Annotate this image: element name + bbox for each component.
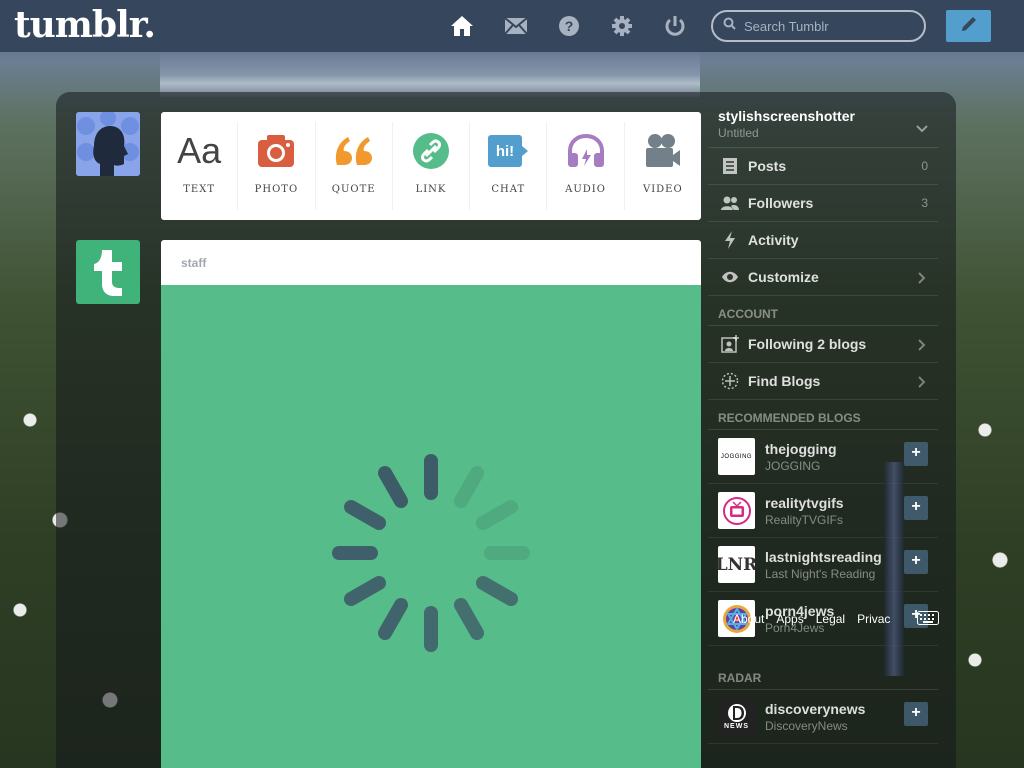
compose-button[interactable] <box>946 10 991 42</box>
blog-selector[interactable]: stylishscreenshotter Untitled <box>708 100 938 148</box>
sidebar-item-label: Find Blogs <box>748 373 821 389</box>
post-video-button[interactable]: VIDEO <box>625 122 701 210</box>
mail-icon[interactable] <box>503 13 529 39</box>
sidebar-item-label: Customize <box>748 269 819 285</box>
chevron-right-icon <box>918 375 926 393</box>
staff-avatar[interactable] <box>76 240 140 304</box>
post-type-label: CHAT <box>491 184 526 195</box>
recommended-scrollbar[interactable] <box>884 462 904 676</box>
loading-spinner-icon <box>332 454 530 652</box>
footer-link-legal[interactable]: Legal <box>816 612 845 626</box>
blog-thumbnail: LNR <box>718 546 755 583</box>
footer-link-about[interactable]: About <box>733 612 764 626</box>
sidebar-item-label: Followers <box>748 195 814 211</box>
keyboard-icon[interactable] <box>917 611 939 630</box>
recommended-section-title: RECOMMENDED BLOGS <box>708 400 938 430</box>
radar-blog[interactable]: NEWS discoverynews DiscoveryNews + <box>708 690 938 744</box>
follow-button[interactable]: + <box>904 496 928 520</box>
post-type-label: LINK <box>415 184 447 195</box>
text-icon: Aa <box>177 130 222 171</box>
post-media <box>161 285 701 768</box>
follow-button[interactable]: + <box>904 702 928 726</box>
add-user-icon <box>720 334 740 354</box>
document-icon <box>720 156 740 176</box>
staff-post: staff <box>161 240 701 768</box>
blog-name: realitytvgifs <box>765 494 844 511</box>
sidebar-item-label: Following 2 blogs <box>748 336 867 352</box>
post-photo-button[interactable]: PHOTO <box>238 122 316 210</box>
camera-icon <box>257 130 295 172</box>
account-section-title: ACCOUNT <box>708 296 938 326</box>
search-icon <box>723 17 736 35</box>
search-input[interactable] <box>744 18 914 34</box>
blog-title: DiscoveryNews <box>765 718 848 733</box>
follow-button[interactable]: + <box>904 442 928 466</box>
power-icon[interactable] <box>662 13 688 39</box>
post-type-bar: Aa TEXT PHOTO QUOTE LINK hi! CHAT AUDIO <box>161 112 701 220</box>
lightning-icon <box>720 230 740 250</box>
video-camera-icon <box>644 130 682 172</box>
headphones-icon <box>566 130 606 172</box>
sidebar-item-label: Posts <box>748 158 787 174</box>
blog-title: Untitled <box>718 126 759 140</box>
discovery-logo-icon: NEWS <box>718 698 755 735</box>
background-sea <box>160 52 700 97</box>
sidebar-item-customize[interactable]: Customize <box>708 259 938 296</box>
svg-text:?: ? <box>565 18 574 34</box>
blog-name: discoverynews <box>765 700 866 717</box>
compass-icon <box>720 371 740 391</box>
svg-text:hi!: hi! <box>496 143 514 160</box>
link-icon <box>412 130 449 172</box>
chevron-right-icon <box>918 338 926 356</box>
pencil-icon <box>959 14 979 39</box>
sidebar-item-following[interactable]: Following 2 blogs <box>708 326 938 363</box>
post-audio-button[interactable]: AUDIO <box>547 122 625 210</box>
gear-icon[interactable] <box>609 13 635 39</box>
follow-button[interactable]: + <box>904 550 928 574</box>
sidebar-item-label: Activity <box>748 232 799 248</box>
post-quote-button[interactable]: QUOTE <box>316 122 393 210</box>
blog-title: Last Night's Reading <box>765 566 876 581</box>
post-type-label: VIDEO <box>642 184 683 195</box>
quote-icon <box>334 130 374 172</box>
footer-link-privacy[interactable]: Privac <box>857 612 890 626</box>
post-link-button[interactable]: LINK <box>393 122 471 210</box>
help-icon[interactable]: ? <box>556 13 582 39</box>
chevron-down-icon <box>916 120 928 138</box>
search-box[interactable] <box>711 10 926 42</box>
people-icon <box>720 193 740 213</box>
tv-icon <box>718 492 755 529</box>
post-type-label: QUOTE <box>331 184 376 195</box>
blog-title: RealityTVGIFs <box>765 512 844 527</box>
chat-icon: hi! <box>487 130 529 172</box>
home-icon[interactable] <box>449 13 475 39</box>
blog-name: thejogging <box>765 440 837 457</box>
eye-icon <box>720 267 740 287</box>
post-type-label: AUDIO <box>565 184 606 195</box>
tumblr-logo[interactable]: tumblr. <box>14 4 156 46</box>
sidebar-item-followers[interactable]: Followers 3 <box>708 185 938 222</box>
post-type-label: TEXT <box>183 184 216 195</box>
post-chat-button[interactable]: hi! CHAT <box>470 122 548 210</box>
post-type-label: PHOTO <box>254 184 299 195</box>
footer-links: About Apps Legal Privac <box>733 612 890 626</box>
user-avatar[interactable] <box>76 112 140 176</box>
posts-count: 0 <box>921 159 928 173</box>
blog-name: stylishscreenshotter <box>718 108 855 124</box>
sidebar-item-posts[interactable]: Posts 0 <box>708 148 938 185</box>
followers-count: 3 <box>921 196 928 210</box>
sidebar-item-activity[interactable]: Activity <box>708 222 938 259</box>
blog-title: JOGGING <box>765 458 821 473</box>
sidebar-item-find-blogs[interactable]: Find Blogs <box>708 363 938 400</box>
blog-name: lastnightsreading <box>765 548 882 565</box>
post-text-button[interactable]: Aa TEXT <box>161 122 239 210</box>
post-author[interactable]: staff <box>161 240 701 285</box>
footer-link-apps[interactable]: Apps <box>776 612 803 626</box>
top-navbar: tumblr. ? <box>0 0 1024 52</box>
blog-thumbnail: JOGGING <box>718 438 755 475</box>
chevron-right-icon <box>918 271 926 289</box>
